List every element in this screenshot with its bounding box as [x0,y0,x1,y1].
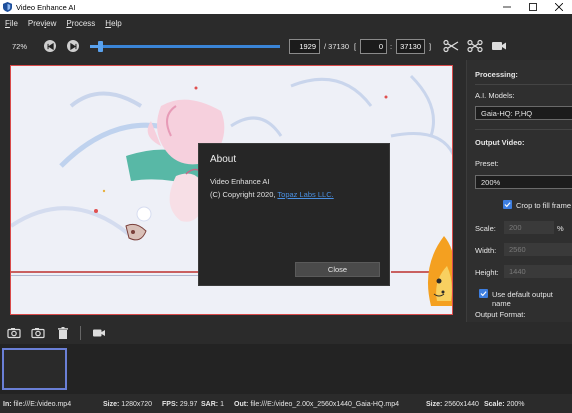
camera-add-icon[interactable] [7,327,21,339]
output-file-info: Out: file:///E:/video_2.00x_2560x1440_Ga… [234,401,399,408]
output-size-info: Size: 2560x1440 [426,401,479,408]
split-icon[interactable] [467,39,483,53]
range-open-bracket: [ [354,42,357,51]
menu-file[interactable]: File [5,19,18,28]
checkmark-icon [504,202,511,208]
crop-label: Crop to fill frame [516,201,572,210]
menu-process[interactable]: Process [66,19,95,28]
crop-checkbox[interactable] [503,200,512,209]
width-label: Width: [475,246,497,255]
window-title: Video Enhance AI [16,2,76,12]
output-video-heading: Output Video: [475,138,525,147]
processing-heading: Processing: [475,70,518,79]
maximize-icon [529,3,537,11]
preset-label: Preset: [475,159,499,168]
toolbar-separator [80,326,81,340]
input-size-info: Size: 1280x720 [103,401,153,408]
trash-icon[interactable] [56,327,70,339]
video-camera-icon[interactable] [491,39,507,53]
height-input[interactable]: 1440 [504,265,572,278]
scissors-icon[interactable] [443,39,459,53]
settings-panel: Processing: A.I. Models: Gaia-HQ: P,HQ O… [466,60,572,322]
preset-dropdown[interactable]: 200% [475,175,572,189]
input-file-info: In: file:///E:/video.mp4 [3,401,72,408]
range-separator: : [390,42,393,51]
sar-info: SAR: 1 [201,401,224,408]
skip-forward-icon [69,42,76,50]
status-bar: In: file:///E:/video.mp4 Size: 1280x720 … [0,398,572,413]
app-logo-icon [3,2,12,12]
checkmark-icon [480,291,487,297]
panel-divider [475,129,572,130]
company-link[interactable]: Topaz Labs LLC. [277,190,333,199]
about-dialog: About Video Enhance AI (C) Copyright 202… [198,143,390,286]
scale-input[interactable]: 200 [504,221,554,234]
about-copyright: (C) Copyright 2020, Topaz Labs LLC. [210,190,334,199]
close-window-button[interactable] [546,0,572,14]
range-close-bracket: ] [429,42,432,51]
close-icon [555,3,563,11]
ai-model-dropdown[interactable]: Gaia-HQ: P,HQ [475,106,572,120]
title-bar: Video Enhance AI [0,0,572,14]
width-input[interactable]: 2560 [504,243,572,256]
camera-icon[interactable] [31,327,45,339]
about-title: About [210,154,237,165]
maximize-button[interactable] [520,0,546,14]
playback-toolbar: 72% 1929 / 37130 [ 0 : 37130 ] [0,32,572,60]
panel-divider [475,84,572,85]
zoom-level: 72% [12,42,28,51]
menu-bar: File Preview Process Help [0,14,572,32]
about-app-name: Video Enhance AI [210,177,270,186]
range-end-input[interactable]: 37130 [396,39,425,54]
next-frame-button[interactable] [67,40,79,52]
copyright-text: (C) Copyright 2020, [210,190,276,199]
skip-back-icon [47,42,54,50]
clip-toolbar [0,322,572,344]
current-frame-input[interactable]: 1929 [289,39,320,54]
clip-list [0,344,572,394]
default-name-label: Use default output name [492,290,553,308]
height-label: Height: [475,268,499,277]
clip-thumbnail[interactable] [2,348,67,390]
range-start-input[interactable]: 0 [360,39,387,54]
minimize-button[interactable] [494,0,520,14]
minimize-icon [503,6,511,8]
timeline-slider[interactable] [90,41,280,52]
output-format-label: Output Format: [475,310,526,319]
previous-frame-button[interactable] [44,40,56,52]
video-camera-icon[interactable] [92,327,106,339]
about-close-button[interactable]: Close [295,262,380,277]
scale-label: Scale: [475,224,496,233]
scale-unit: % [557,224,564,233]
total-frames-label: / 37130 [324,42,350,51]
output-scale-info: Scale: 200% [484,401,525,408]
fps-info: FPS: 29.97 [162,401,198,408]
ai-models-label: A.I. Models: [475,91,515,100]
timeline-handle[interactable] [97,41,103,52]
menu-preview[interactable]: Preview [28,19,56,28]
menu-help[interactable]: Help [105,19,121,28]
default-name-checkbox[interactable] [479,289,488,298]
